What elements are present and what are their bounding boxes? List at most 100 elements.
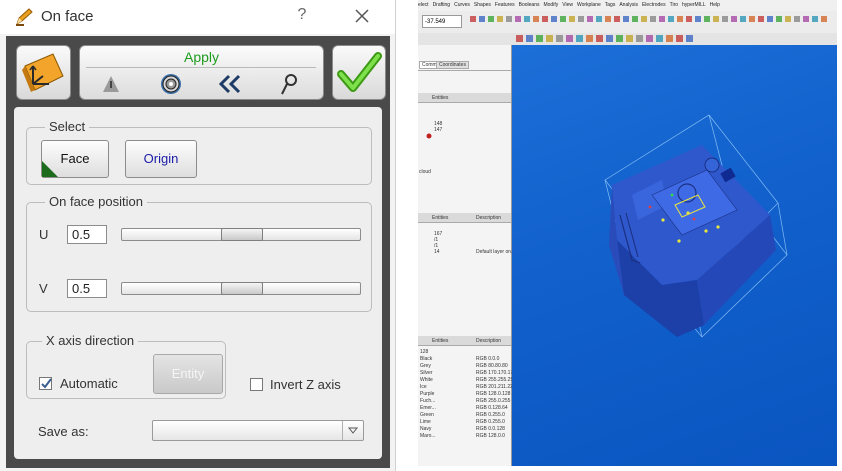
gear-icon[interactable] (158, 72, 184, 96)
toolbar-tool-icon[interactable] (606, 35, 613, 42)
apply-button[interactable]: Apply (80, 49, 323, 65)
dropdown-arrow-button[interactable] (342, 421, 363, 440)
toolbar-tool-icon[interactable] (470, 16, 476, 22)
toolbar-tool-icon[interactable] (740, 16, 746, 22)
cad-menu-item[interactable]: View (562, 0, 573, 11)
cad-menu-item[interactable]: Features (495, 0, 515, 11)
toolbar-tool-icon[interactable] (794, 16, 800, 22)
ok-button[interactable] (332, 45, 386, 100)
toolbar-tool-icon[interactable] (650, 16, 656, 22)
tool-button[interactable] (16, 45, 71, 100)
cad-menu-item[interactable]: Drafting (433, 0, 451, 11)
cad-menu-item[interactable]: hyperMILL (682, 0, 706, 11)
toolbar-tool-icon[interactable] (821, 16, 827, 22)
toolbar-tool-icon[interactable] (586, 35, 593, 42)
toolbar-tool-icon[interactable] (616, 35, 623, 42)
toolbar-tool-icon[interactable] (623, 16, 629, 22)
entity-button[interactable]: Entity (153, 354, 223, 394)
toolbar-tool-icon[interactable] (506, 16, 512, 22)
toolbar-tool-icon[interactable] (614, 16, 620, 22)
cad-menu-item[interactable]: Tiro (670, 0, 678, 11)
toolbar-tool-icon[interactable] (731, 16, 737, 22)
toolbar-tool-icon[interactable] (536, 35, 543, 42)
automatic-checkbox[interactable] (39, 377, 52, 390)
toolbar-tool-icon[interactable] (542, 16, 548, 22)
cad-menu-item[interactable]: Shapes (474, 0, 491, 11)
3d-viewport[interactable] (512, 45, 837, 466)
checkmark-icon (337, 52, 382, 92)
toolbar-tool-icon[interactable] (713, 16, 719, 22)
u-slider[interactable] (121, 228, 361, 241)
cad-menu-item[interactable]: elect (418, 0, 429, 11)
origin-button[interactable]: Origin (125, 140, 197, 178)
toolbar-tool-icon[interactable] (803, 16, 809, 22)
toolbar-tool-icon[interactable] (767, 16, 773, 22)
toolbar-tool-icon[interactable] (659, 16, 665, 22)
cad-menu-item[interactable]: Help (710, 0, 720, 11)
3d-part-model[interactable] (512, 45, 837, 466)
toolbar-tool-icon[interactable] (569, 16, 575, 22)
toolbar-tool-icon[interactable] (676, 35, 683, 42)
toolbar-tool-icon[interactable] (656, 35, 663, 42)
toolbar-tool-icon[interactable] (704, 16, 710, 22)
toolbar-tool-icon[interactable] (556, 35, 563, 42)
toolbar-tool-icon[interactable] (785, 16, 791, 22)
toolbar-tool-icon[interactable] (551, 16, 557, 22)
toolbar-tool-icon[interactable] (488, 16, 494, 22)
toolbar-tool-icon[interactable] (776, 16, 782, 22)
coord-field[interactable]: -37.549 (422, 15, 462, 28)
toolbar-tool-icon[interactable] (596, 16, 602, 22)
toolbar-tool-icon[interactable] (812, 16, 818, 22)
toolbar-tool-icon[interactable] (646, 35, 653, 42)
cad-menu-item[interactable]: Electrodes (642, 0, 666, 11)
toolbar-tool-icon[interactable] (626, 35, 633, 42)
toolbar-tool-icon[interactable] (546, 35, 553, 42)
toolbar-tool-icon[interactable] (695, 16, 701, 22)
toolbar-tool-icon[interactable] (526, 35, 533, 42)
magnifier-icon[interactable] (276, 72, 302, 96)
toolbar-tool-icon[interactable] (749, 16, 755, 22)
toolbar-tool-icon[interactable] (497, 16, 503, 22)
cad-menu-item[interactable]: Analysis (619, 0, 638, 11)
toolbar-tool-icon[interactable] (566, 35, 573, 42)
toolbar-tool-icon[interactable] (605, 16, 611, 22)
warning-icon[interactable] (98, 72, 124, 96)
cad-menu-item[interactable]: Workplane (577, 0, 601, 11)
toolbar-tool-icon[interactable] (515, 16, 521, 22)
face-button[interactable]: Face (41, 140, 109, 178)
v-slider[interactable] (121, 282, 361, 295)
help-button[interactable]: ? (292, 6, 312, 28)
cad-menu-item[interactable]: Booleans (519, 0, 540, 11)
save-as-dropdown[interactable] (152, 420, 364, 441)
toolbar-tool-icon[interactable] (578, 16, 584, 22)
toolbar-tool-icon[interactable] (576, 35, 583, 42)
toolbar-tool-icon[interactable] (636, 35, 643, 42)
toolbar-tool-icon[interactable] (524, 16, 530, 22)
toolbar-tool-icon[interactable] (533, 16, 539, 22)
v-slider-thumb[interactable] (221, 282, 263, 295)
toolbar-tool-icon[interactable] (686, 16, 692, 22)
close-icon[interactable] (350, 4, 374, 28)
toolbar-tool-icon[interactable] (596, 35, 603, 42)
toolbar-tool-icon[interactable] (686, 35, 693, 42)
toolbar-tool-icon[interactable] (677, 16, 683, 22)
toolbar-tool-icon[interactable] (666, 35, 673, 42)
u-slider-thumb[interactable] (221, 228, 263, 241)
cad-menu-item[interactable]: Curves (454, 0, 470, 11)
tab-coordinates[interactable]: Coordinates (436, 61, 469, 69)
toolbar-tool-icon[interactable] (587, 16, 593, 22)
cad-menu-item[interactable]: Modify (543, 0, 558, 11)
toolbar-tool-icon[interactable] (668, 16, 674, 22)
toolbar-tool-icon[interactable] (516, 35, 523, 42)
invert-z-checkbox[interactable] (250, 378, 263, 391)
toolbar-tool-icon[interactable] (641, 16, 647, 22)
toolbar-tool-icon[interactable] (758, 16, 764, 22)
cad-menu-item[interactable]: Tags (605, 0, 616, 11)
toolbar-tool-icon[interactable] (722, 16, 728, 22)
v-value-input[interactable] (67, 279, 107, 298)
toolbar-tool-icon[interactable] (560, 16, 566, 22)
toolbar-tool-icon[interactable] (479, 16, 485, 22)
toolbar-tool-icon[interactable] (632, 16, 638, 22)
double-chevron-left-icon[interactable] (217, 72, 243, 96)
u-value-input[interactable] (67, 225, 107, 244)
